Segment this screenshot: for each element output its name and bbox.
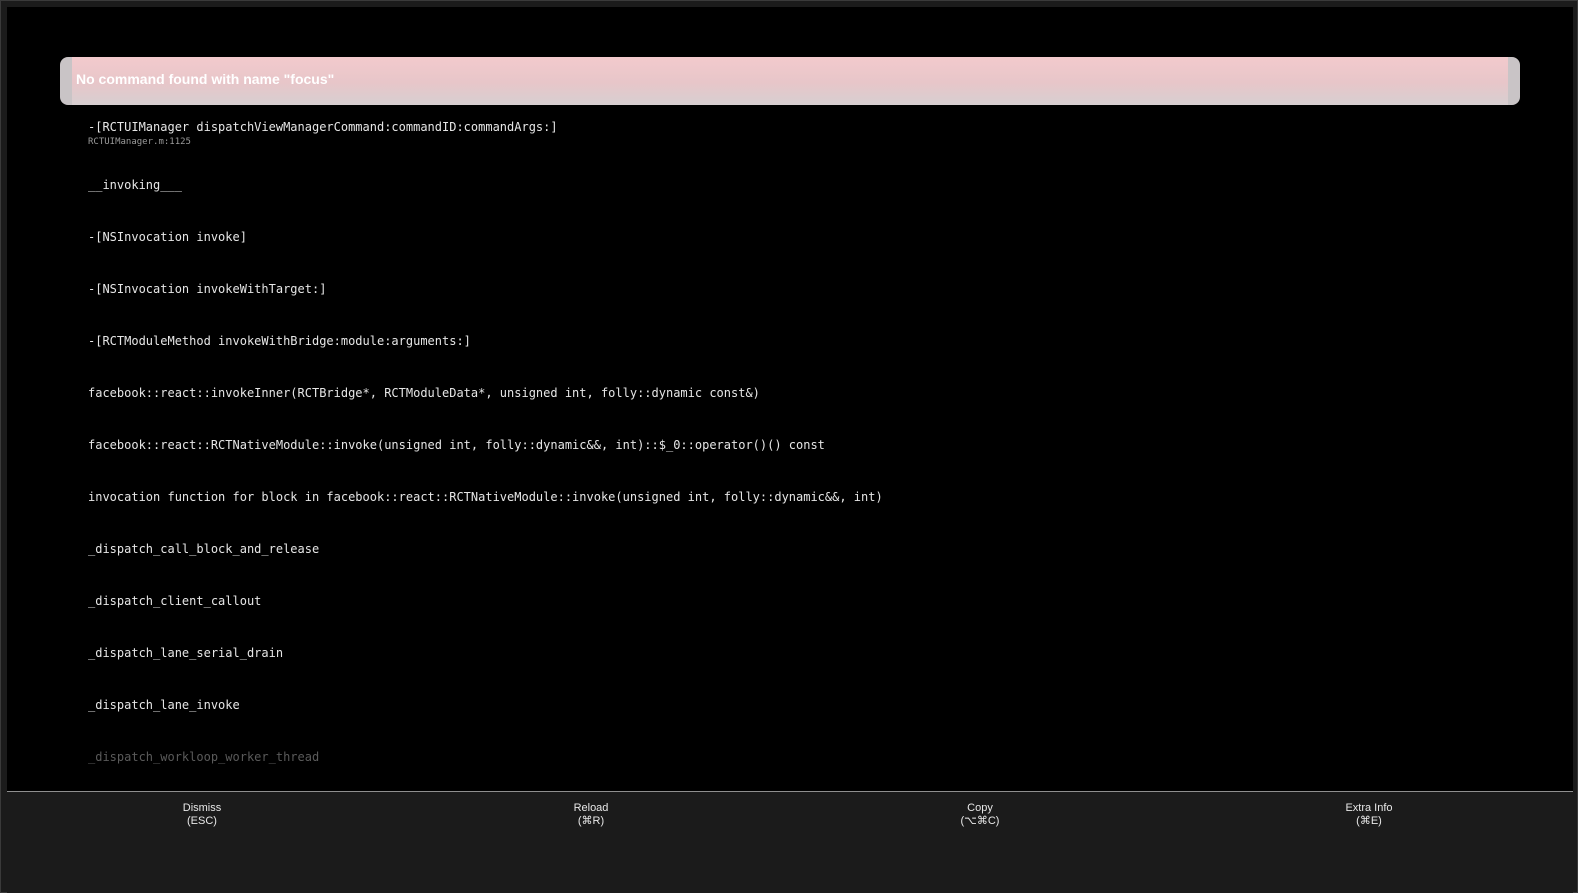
dismiss-button-shortcut: (ESC): [187, 815, 217, 827]
stack-frame-method: _dispatch_lane_serial_drain: [88, 646, 284, 660]
extra-info-button[interactable]: Extra Info (⌘E): [1174, 802, 1564, 828]
stack-frame-method: -[NSInvocation invoke]: [88, 230, 247, 244]
stack-frame-method: _dispatch_client_callout: [88, 594, 262, 608]
error-message: No command found with name "focus": [76, 71, 335, 87]
stack-frame[interactable]: facebook::react::RCTNativeModule::invoke…: [88, 437, 1528, 489]
error-banner: No command found with name "focus": [60, 57, 1520, 105]
copy-button-label: Copy: [967, 802, 993, 814]
stack-frame[interactable]: -[RCTUIManager dispatchViewManagerComman…: [88, 119, 1528, 177]
stack-frame-method: -[NSInvocation invokeWithTarget:]: [88, 282, 327, 296]
stack-frame-method: facebook::react::RCTNativeModule::invoke…: [88, 438, 825, 452]
stack-frame-method: -[RCTUIManager dispatchViewManagerComman…: [88, 120, 558, 134]
redbox-toolbar: Dismiss (ESC) Reload (⌘R) Copy (⌥⌘C) Ext…: [7, 791, 1573, 893]
stack-frame-method: -[RCTModuleMethod invokeWithBridge:modul…: [88, 334, 471, 348]
stack-frame[interactable]: _dispatch_lane_invoke: [88, 697, 1528, 749]
stack-frame[interactable]: -[NSInvocation invokeWithTarget:]: [88, 281, 1528, 333]
stack-frame[interactable]: facebook::react::invokeInner(RCTBridge*,…: [88, 385, 1528, 437]
stack-trace: -[RCTUIManager dispatchViewManagerComman…: [88, 119, 1528, 791]
stack-frame-method: _dispatch_lane_invoke: [88, 698, 240, 712]
stack-frame[interactable]: _dispatch_client_callout: [88, 593, 1528, 645]
stack-frame[interactable]: invocation function for block in faceboo…: [88, 489, 1528, 541]
stack-frame-method: facebook::react::invokeInner(RCTBridge*,…: [88, 386, 760, 400]
reload-button-shortcut: (⌘R): [577, 815, 605, 827]
stack-frame[interactable]: _dispatch_lane_serial_drain: [88, 645, 1528, 697]
stack-frame[interactable]: _dispatch_call_block_and_release: [88, 541, 1528, 593]
reload-button[interactable]: Reload (⌘R): [396, 802, 786, 828]
stack-frame[interactable]: -[NSInvocation invoke]: [88, 229, 1528, 281]
stack-frame-method: _dispatch_workloop_worker_thread: [88, 750, 320, 764]
stack-frame[interactable]: __invoking___: [88, 177, 1528, 229]
stack-frame-method: _dispatch_call_block_and_release: [88, 542, 320, 556]
device-frame: No command found with name "focus" -[RCT…: [0, 0, 1578, 893]
extra-info-button-label: Extra Info: [1345, 802, 1393, 814]
stack-frame-location: RCTUIManager.m:1125: [88, 137, 191, 147]
redbox-screen: No command found with name "focus" -[RCT…: [7, 7, 1573, 791]
stack-frame[interactable]: -[RCTModuleMethod invokeWithBridge:modul…: [88, 333, 1528, 385]
stack-frame-method: __invoking___: [88, 178, 182, 192]
copy-button-shortcut: (⌥⌘C): [960, 815, 1000, 827]
stack-frame[interactable]: _dispatch_workloop_worker_thread: [88, 749, 1528, 791]
dismiss-button-label: Dismiss: [182, 802, 222, 814]
stack-frame-method: invocation function for block in faceboo…: [88, 490, 883, 504]
reload-button-label: Reload: [573, 802, 609, 814]
dismiss-button[interactable]: Dismiss (ESC): [7, 802, 397, 828]
extra-info-button-shortcut: (⌘E): [1356, 815, 1382, 827]
copy-button[interactable]: Copy (⌥⌘C): [785, 802, 1175, 828]
